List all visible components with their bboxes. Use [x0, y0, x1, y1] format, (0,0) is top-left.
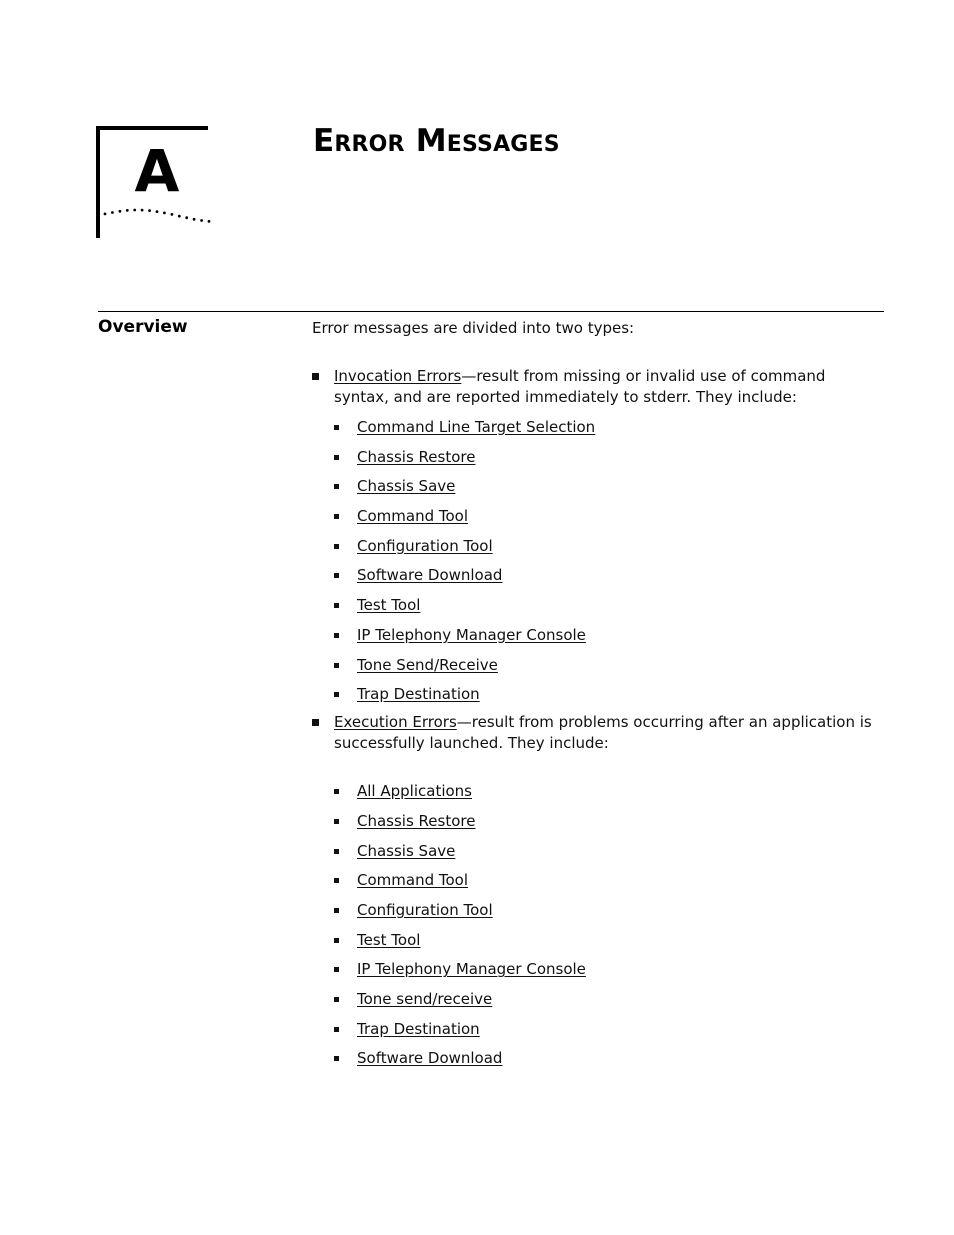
list-item: Test Tool	[334, 595, 882, 625]
error-types-list: Invocation Errors—result from missing or…	[312, 366, 882, 1072]
intro-paragraph: Error messages are divided into two type…	[312, 319, 635, 337]
square-bullet-icon	[334, 425, 339, 430]
list-item: Command Tool	[334, 870, 882, 900]
square-bullet-icon	[312, 719, 319, 727]
tone-send-receive-link[interactable]: Tone send/receive	[357, 990, 492, 1008]
trap-destination-link[interactable]: Trap Destination	[357, 1020, 480, 1038]
list-item: Chassis Save	[334, 476, 882, 506]
square-bullet-icon	[334, 603, 339, 609]
list-item: Test Tool	[334, 930, 882, 960]
section-heading: Overview	[98, 317, 188, 337]
list-item: Chassis Save	[334, 841, 882, 871]
decorative-dot	[118, 209, 122, 213]
decorative-dot	[177, 214, 181, 218]
list-item: Configuration Tool	[334, 536, 882, 566]
square-bullet-icon	[334, 997, 339, 1002]
square-bullet-icon	[334, 848, 339, 854]
error-type-invocation: Invocation Errors—result from missing or…	[312, 366, 882, 708]
invocation-errors-link[interactable]: Invocation Errors	[334, 367, 461, 385]
tone-send-receive-link[interactable]: Tone Send/Receive	[357, 656, 498, 674]
square-bullet-icon	[312, 373, 319, 380]
command-tool-link[interactable]: Command Tool	[357, 871, 468, 889]
dotted-wave-decoration	[103, 208, 211, 223]
software-download-link[interactable]: Software Download	[357, 566, 502, 584]
chassis-restore-link[interactable]: Chassis Restore	[357, 812, 475, 830]
list-item: Command Tool	[334, 506, 882, 536]
square-bullet-icon	[334, 484, 339, 490]
chassis-save-link[interactable]: Chassis Save	[357, 477, 455, 495]
square-bullet-icon	[334, 818, 339, 824]
chapter-letter: A	[134, 137, 180, 205]
decorative-dot	[148, 209, 151, 212]
decorative-dot	[192, 217, 196, 221]
decorative-dot	[125, 209, 129, 212]
square-bullet-icon	[334, 789, 339, 795]
command-line-target-selection-link[interactable]: Command Line Target Selection	[357, 418, 595, 436]
decorative-dot	[103, 212, 107, 216]
decorative-dot	[163, 211, 166, 215]
chassis-restore-link[interactable]: Chassis Restore	[357, 448, 475, 466]
section-divider	[98, 311, 884, 312]
list-item: IP Telephony Manager Console	[334, 625, 882, 655]
decorative-dot	[200, 219, 203, 222]
square-bullet-icon	[334, 692, 339, 698]
configuration-tool-link[interactable]: Configuration Tool	[357, 901, 493, 919]
decorative-dot	[207, 220, 211, 223]
square-bullet-icon	[334, 937, 339, 943]
list-item: Trap Destination	[334, 1019, 882, 1049]
execution-errors-link[interactable]: Execution Errors	[334, 713, 457, 731]
invocation-errors-sublist: Command Line Target Selection Chassis Re…	[334, 417, 882, 708]
ip-telephony-manager-console-link[interactable]: IP Telephony Manager Console	[357, 960, 586, 978]
square-bullet-icon	[334, 662, 339, 668]
chapter-marker: A	[96, 126, 212, 238]
square-bullet-icon	[334, 907, 339, 913]
chapter-marker-horizontal-bar	[96, 126, 208, 130]
error-type-text: Invocation Errors—result from missing or…	[334, 367, 825, 406]
list-item: Chassis Restore	[334, 447, 882, 477]
decorative-dot	[155, 210, 159, 213]
list-item: IP Telephony Manager Console	[334, 959, 882, 989]
square-bullet-icon	[334, 1026, 339, 1032]
list-item: Tone Send/Receive	[334, 655, 882, 685]
decorative-dot	[111, 211, 114, 214]
list-item: Tone send/receive	[334, 989, 882, 1019]
execution-errors-sublist: All Applications Chassis Restore Chassis…	[334, 781, 882, 1072]
square-bullet-icon	[334, 632, 339, 638]
ip-telephony-manager-console-link[interactable]: IP Telephony Manager Console	[357, 626, 586, 644]
square-bullet-icon	[334, 454, 339, 460]
list-item: Software Download	[334, 565, 882, 595]
error-type-text: Execution Errors—result from problems oc…	[334, 713, 872, 752]
decorative-dot	[185, 216, 189, 220]
square-bullet-icon	[334, 514, 339, 520]
configuration-tool-link[interactable]: Configuration Tool	[357, 537, 493, 555]
square-bullet-icon	[334, 543, 339, 549]
decorative-dot	[133, 208, 137, 212]
software-download-link[interactable]: Software Download	[357, 1049, 502, 1067]
square-bullet-icon	[334, 878, 339, 884]
test-tool-link[interactable]: Test Tool	[357, 931, 420, 949]
square-bullet-icon	[334, 573, 339, 579]
test-tool-link[interactable]: Test Tool	[357, 596, 420, 614]
command-tool-link[interactable]: Command Tool	[357, 507, 468, 525]
list-item: Chassis Restore	[334, 811, 882, 841]
square-bullet-icon	[334, 967, 339, 973]
list-item: Software Download	[334, 1048, 882, 1072]
error-type-execution: Execution Errors—result from problems oc…	[312, 712, 882, 1072]
list-item: Trap Destination	[334, 684, 882, 708]
chassis-save-link[interactable]: Chassis Save	[357, 842, 455, 860]
trap-destination-link[interactable]: Trap Destination	[357, 685, 480, 703]
decorative-dot	[140, 208, 144, 212]
decorative-dot	[170, 213, 174, 216]
list-item: Command Line Target Selection	[334, 417, 882, 447]
square-bullet-icon	[334, 1056, 339, 1062]
list-item: All Applications	[334, 781, 882, 811]
all-applications-link[interactable]: All Applications	[357, 782, 472, 800]
chapter-title: Error Messages	[313, 123, 560, 159]
list-item: Configuration Tool	[334, 900, 882, 930]
